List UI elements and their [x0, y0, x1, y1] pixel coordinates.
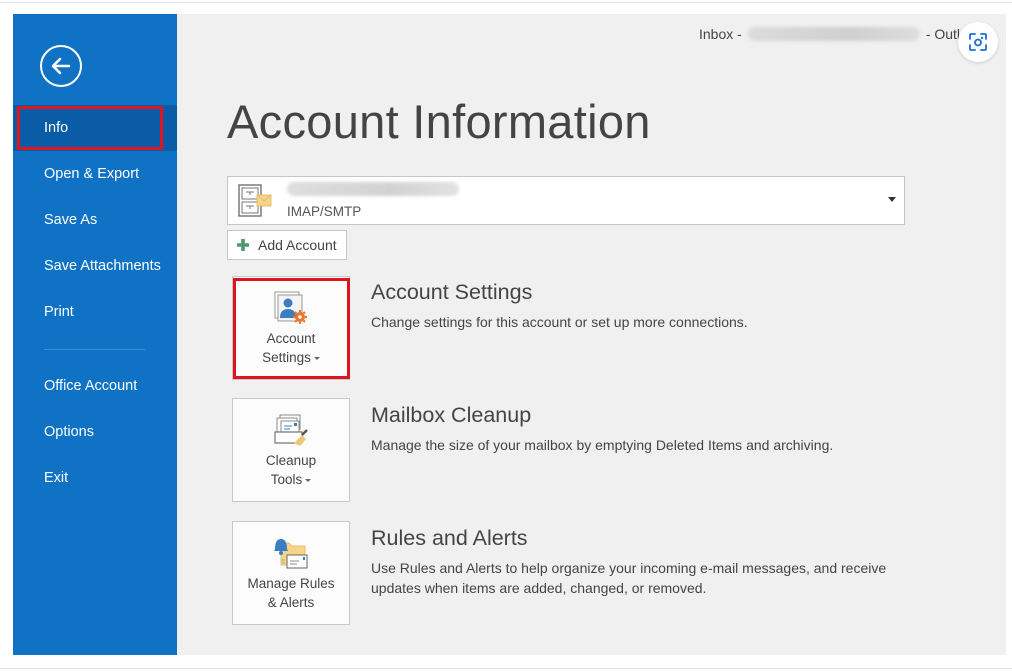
title-prefix: Inbox - [699, 26, 742, 42]
sidebar-item-office-account[interactable]: Office Account [13, 363, 177, 409]
redacted-account-name [747, 27, 920, 41]
account-selector-dropdown[interactable]: IMAP/SMTP [227, 176, 905, 225]
sidebar-item-exit[interactable]: Exit [13, 455, 177, 501]
dropdown-caret-icon [305, 478, 312, 482]
sidebar-item-save-as[interactable]: Save As [13, 197, 177, 243]
page-title: Account Information [227, 95, 651, 148]
sidebar-item-print[interactable]: Print [13, 289, 177, 335]
sidebar-item-label: Exit [44, 470, 69, 486]
window-title: Inbox - - Outlook [699, 26, 983, 42]
button-label-line2: Settings [262, 350, 311, 365]
sidebar-item-label: Info [44, 120, 69, 136]
dropdown-arrow-icon [888, 197, 896, 202]
top-divider [0, 2, 1012, 3]
button-label-line1: Account [266, 331, 316, 346]
account-type: IMAP/SMTP [287, 204, 362, 219]
button-label-line2: & Alerts [267, 595, 315, 610]
sidebar-item-label: Print [44, 304, 74, 320]
section-description: Change settings for this account or set … [371, 314, 748, 330]
bottom-divider [0, 668, 1012, 669]
sidebar-item-label: Options [44, 424, 94, 440]
add-account-button[interactable]: Add Account [227, 230, 347, 260]
back-arrow-icon [51, 57, 71, 75]
sidebar-item-label: Save Attachments [44, 258, 161, 274]
button-label-line2: Tools [270, 472, 303, 487]
cleanup-tools-button[interactable]: Cleanup Tools [232, 398, 350, 502]
button-label-line1: Cleanup [265, 453, 317, 468]
visual-search-button[interactable] [958, 22, 998, 62]
sidebar-item-label: Office Account [44, 378, 138, 394]
back-button[interactable] [40, 45, 82, 87]
sidebar-item-save-attachments[interactable]: Save Attachments [13, 243, 177, 289]
dropdown-caret-icon [313, 356, 320, 360]
sidebar-item-label: Open & Export [44, 166, 140, 182]
mail-account-icon [238, 184, 272, 217]
section-description: Manage the size of your mailbox by empty… [371, 437, 834, 453]
lens-icon [969, 33, 987, 51]
section-title: Rules and Alerts [371, 526, 528, 550]
add-account-label: Add Account [258, 237, 337, 253]
button-label-line1: Manage Rules [247, 576, 335, 591]
section-title: Mailbox Cleanup [371, 403, 532, 427]
manage-rules-alerts-button[interactable]: Manage Rules & Alerts [232, 521, 350, 625]
sidebar-item-label: Save As [44, 212, 98, 228]
rules-alerts-icon [274, 539, 308, 569]
section-title: Account Settings [371, 280, 533, 304]
section-description: Use Rules and Alerts to help organize yo… [371, 560, 887, 596]
account-settings-button[interactable]: Account Settings [232, 276, 350, 380]
sidebar-item-open-export[interactable]: Open & Export [13, 151, 177, 197]
redacted-account-email [287, 182, 459, 196]
outlook-backstage: Info Open & Export Save As Save Attachme… [13, 14, 1006, 655]
sidebar-divider [44, 349, 145, 350]
account-settings-icon [274, 291, 307, 324]
sidebar-item-options[interactable]: Options [13, 409, 177, 455]
backstage-sidebar: Info Open & Export Save As Save Attachme… [13, 14, 177, 655]
cleanup-tools-icon [274, 414, 308, 446]
sidebar-item-info[interactable]: Info [13, 105, 177, 151]
plus-icon [237, 239, 249, 251]
